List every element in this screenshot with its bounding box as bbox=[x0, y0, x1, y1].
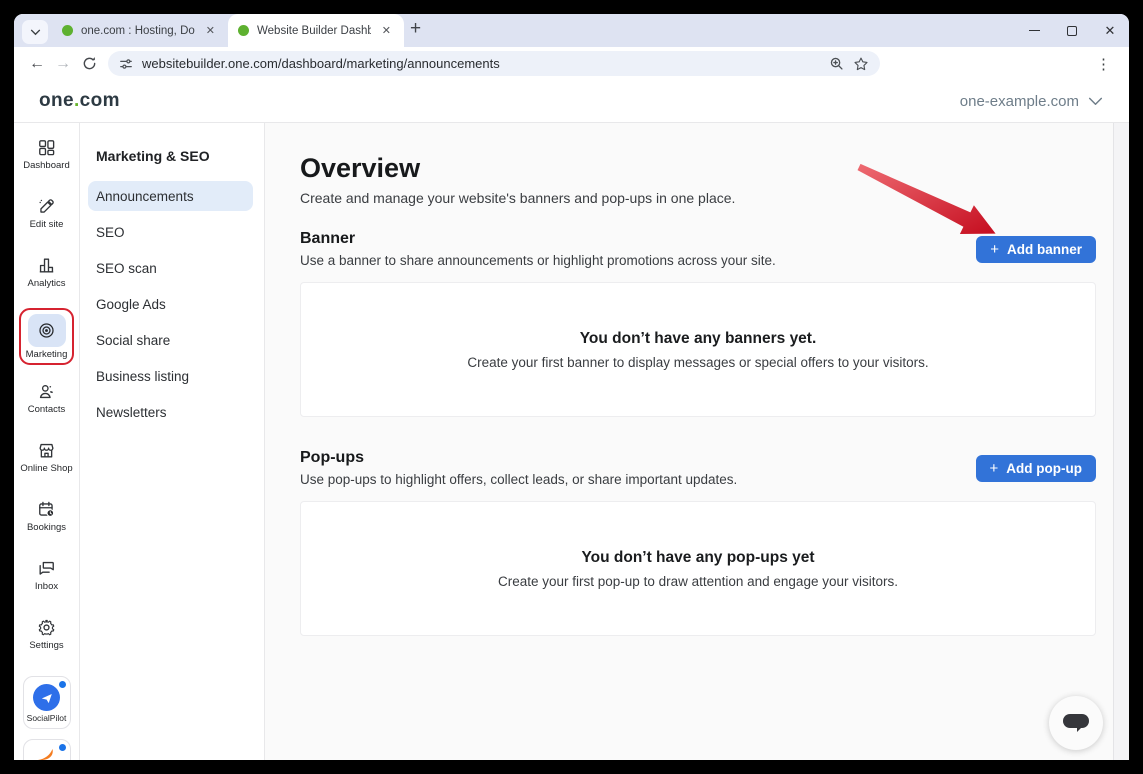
subnav-item-seo[interactable]: SEO bbox=[88, 217, 253, 247]
app-header: one.com one-example.com bbox=[14, 80, 1129, 123]
tab-search-button[interactable] bbox=[22, 20, 48, 44]
maximize-icon bbox=[1067, 26, 1077, 36]
tab-strip: one.com : Hosting, Domain, Em ✕ Website … bbox=[14, 14, 1129, 47]
popups-empty-title: You don’t have any pop-ups yet bbox=[581, 549, 814, 567]
banner-description: Use a banner to share announcements or h… bbox=[300, 253, 776, 268]
subnav-item-announcements[interactable]: Announcements bbox=[88, 181, 253, 211]
domain-selector[interactable]: one-example.com bbox=[960, 93, 1103, 110]
add-banner-button[interactable]: + Add banner bbox=[976, 236, 1096, 263]
sidebar-item-online-shop[interactable]: Online Shop bbox=[20, 440, 72, 474]
target-icon bbox=[37, 321, 56, 341]
reload-button[interactable] bbox=[76, 51, 102, 77]
tab-one-com[interactable]: one.com : Hosting, Domain, Em ✕ bbox=[52, 14, 228, 47]
dashboard-icon bbox=[37, 137, 56, 157]
forward-button[interactable]: → bbox=[50, 51, 76, 77]
subnav-item-social-share[interactable]: Social share bbox=[88, 325, 253, 355]
popups-empty-state: You don’t have any pop-ups yet Create yo… bbox=[300, 501, 1096, 636]
marketing-subnav: Marketing & SEO Announcements SEO SEO sc… bbox=[80, 123, 265, 760]
banner-heading: Banner bbox=[300, 230, 776, 248]
minimize-button[interactable] bbox=[1015, 14, 1053, 47]
browser-toolbar: ← → websitebuilder.one.com/dashboard/mar… bbox=[14, 47, 1129, 80]
popups-heading: Pop-ups bbox=[300, 449, 737, 467]
new-tab-button[interactable]: + bbox=[410, 18, 421, 40]
tab-title: one.com : Hosting, Domain, Em bbox=[81, 25, 195, 37]
chevron-down-icon bbox=[1088, 93, 1103, 110]
notification-dot bbox=[59, 681, 66, 688]
zoom-icon[interactable] bbox=[829, 56, 844, 71]
sidebar-item-contacts[interactable]: Contacts bbox=[28, 381, 66, 415]
tab-close-icon[interactable]: ✕ bbox=[203, 22, 218, 39]
plus-icon: + bbox=[990, 461, 999, 476]
sidebar-item-bookings[interactable]: Bookings bbox=[27, 499, 66, 533]
chat-inbox-icon bbox=[37, 558, 56, 578]
page-title: Overview bbox=[300, 153, 1096, 184]
subnav-item-business-listing[interactable]: Business listing bbox=[88, 361, 253, 391]
popups-section-header: Pop-ups Use pop-ups to highlight offers,… bbox=[300, 449, 1096, 487]
bar-chart-icon bbox=[37, 255, 56, 275]
marketing-active-pill bbox=[28, 314, 66, 347]
subnav-item-google-ads[interactable]: Google Ads bbox=[88, 289, 253, 319]
person-icon bbox=[37, 381, 56, 401]
url-text[interactable]: websitebuilder.one.com/dashboard/marketi… bbox=[142, 56, 820, 71]
close-window-button[interactable]: ✕ bbox=[1091, 14, 1129, 47]
page-subtitle: Create and manage your website's banners… bbox=[300, 190, 1096, 206]
plus-icon: + bbox=[990, 242, 999, 257]
edit-pencil-icon bbox=[37, 196, 56, 216]
main-content: Overview Create and manage your website'… bbox=[265, 123, 1113, 760]
add-popup-button[interactable]: + Add pop-up bbox=[976, 455, 1097, 482]
scrollbar-track[interactable] bbox=[1113, 123, 1129, 760]
banner-empty-text: Create your first banner to display mess… bbox=[467, 355, 928, 370]
site-settings-icon[interactable] bbox=[119, 57, 133, 71]
subnav-item-newsletters[interactable]: Newsletters bbox=[88, 397, 253, 427]
app-icon bbox=[36, 747, 58, 760]
socialpilot-icon bbox=[33, 684, 60, 711]
chat-widget-button[interactable] bbox=[1049, 696, 1103, 750]
sidebar-item-socialpilot[interactable]: SocialPilot bbox=[23, 676, 71, 729]
sidebar-item-dashboard[interactable]: Dashboard bbox=[23, 137, 69, 171]
popups-empty-text: Create your first pop-up to draw attenti… bbox=[498, 574, 898, 589]
tab-title: Website Builder Dashboard bbox=[257, 25, 371, 37]
minimize-icon bbox=[1029, 30, 1040, 31]
screenshot-frame: one.com : Hosting, Domain, Em ✕ Website … bbox=[0, 0, 1143, 774]
sidebar-item-marketing[interactable]: Marketing bbox=[19, 308, 75, 365]
gear-icon bbox=[37, 617, 56, 637]
one-com-logo: one.com bbox=[39, 90, 120, 112]
storefront-icon bbox=[37, 440, 56, 460]
notification-dot bbox=[59, 744, 66, 751]
sidebar-item-analytics[interactable]: Analytics bbox=[27, 255, 65, 289]
subnav-item-seo-scan[interactable]: SEO scan bbox=[88, 253, 253, 283]
back-button[interactable]: ← bbox=[24, 51, 50, 77]
sidebar-item-edit-site[interactable]: Edit site bbox=[30, 196, 64, 230]
sidebar-item-app-partial[interactable] bbox=[23, 739, 71, 760]
tab-close-icon[interactable]: ✕ bbox=[379, 22, 394, 39]
app-body: Dashboard Edit site Analytics bbox=[14, 123, 1129, 760]
browser-window: one.com : Hosting, Domain, Em ✕ Website … bbox=[14, 14, 1129, 760]
banner-section-header: Banner Use a banner to share announcemen… bbox=[300, 230, 1096, 268]
maximize-button[interactable] bbox=[1053, 14, 1091, 47]
chat-bubble-icon bbox=[1062, 713, 1090, 734]
reload-icon bbox=[82, 56, 97, 71]
icon-sidebar: Dashboard Edit site Analytics bbox=[14, 123, 80, 760]
bookmark-star-icon[interactable] bbox=[853, 56, 869, 72]
tab-website-builder[interactable]: Website Builder Dashboard ✕ bbox=[228, 14, 404, 47]
banner-empty-state: You don’t have any banners yet. Create y… bbox=[300, 282, 1096, 417]
one-com-favicon-icon bbox=[62, 25, 73, 36]
chevron-down-icon bbox=[30, 24, 41, 39]
calendar-clock-icon bbox=[37, 499, 56, 519]
popups-description: Use pop-ups to highlight offers, collect… bbox=[300, 472, 737, 487]
subnav-header: Marketing & SEO bbox=[80, 148, 264, 164]
browser-menu-icon[interactable]: ⋮ bbox=[1088, 55, 1119, 73]
banner-empty-title: You don’t have any banners yet. bbox=[580, 330, 817, 348]
address-bar[interactable]: websitebuilder.one.com/dashboard/marketi… bbox=[108, 51, 880, 76]
window-controls: ✕ bbox=[1015, 14, 1129, 47]
sidebar-item-inbox[interactable]: Inbox bbox=[35, 558, 58, 592]
sidebar-item-settings[interactable]: Settings bbox=[29, 617, 63, 651]
domain-name: one-example.com bbox=[960, 93, 1079, 110]
one-com-favicon-icon bbox=[238, 25, 249, 36]
